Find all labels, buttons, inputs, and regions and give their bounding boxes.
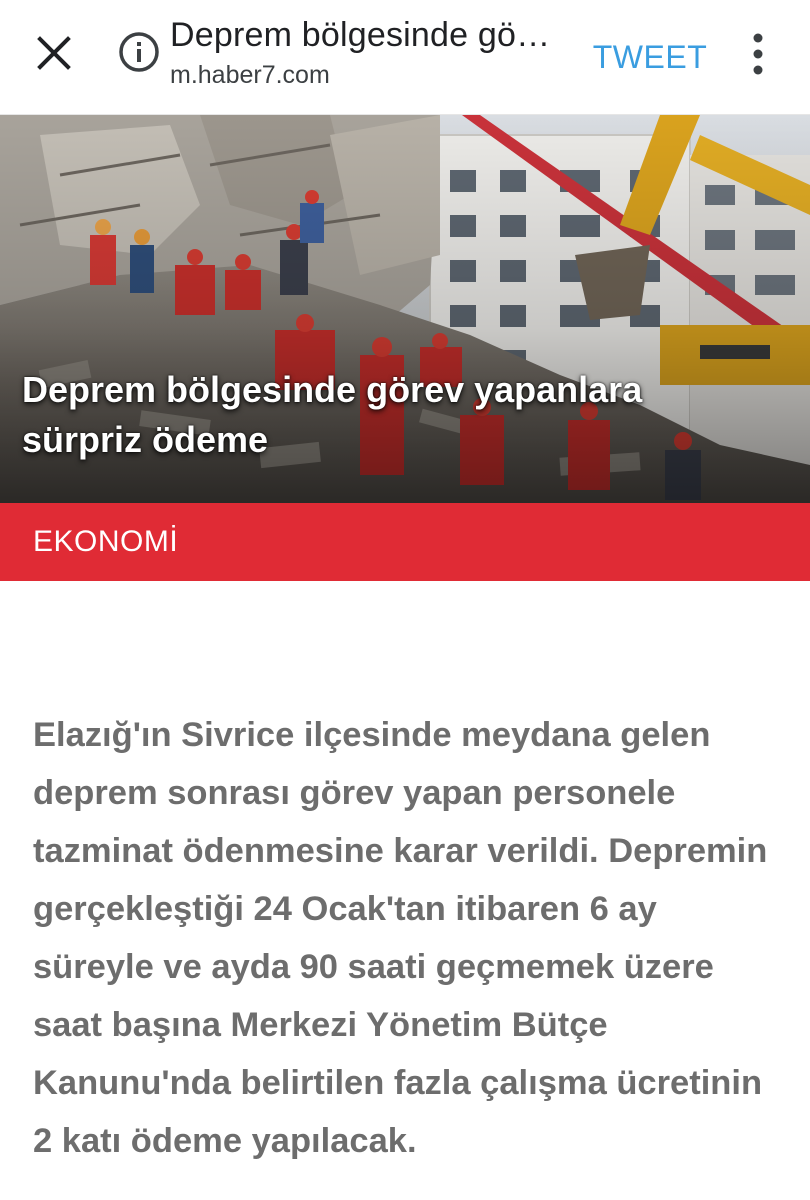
close-icon	[37, 36, 71, 70]
category-label: EKONOMİ	[33, 525, 179, 558]
article-summary: Elazığ'ın Sivrice ilçesinde meydana gele…	[33, 716, 768, 1160]
info-icon[interactable]	[117, 30, 161, 74]
tweet-button[interactable]: TWEET	[590, 34, 710, 80]
category-bar[interactable]: EKONOMİ	[0, 503, 810, 581]
page-title: Deprem bölgesinde gö…	[170, 16, 551, 54]
page-info[interactable]: Deprem bölgesinde gö… m.haber7.com	[170, 16, 570, 90]
browser-toolbar: Deprem bölgesinde gö… m.haber7.com TWEET	[0, 0, 810, 115]
article-headline: Deprem bölgesinde görev yapanlara sürpri…	[22, 369, 643, 460]
more-vertical-icon[interactable]	[736, 30, 780, 78]
close-button[interactable]	[22, 26, 86, 80]
page-url: m.haber7.com	[170, 61, 330, 89]
hero-image[interactable]: Deprem bölgesinde görev yapanlara sürpri…	[0, 115, 810, 503]
